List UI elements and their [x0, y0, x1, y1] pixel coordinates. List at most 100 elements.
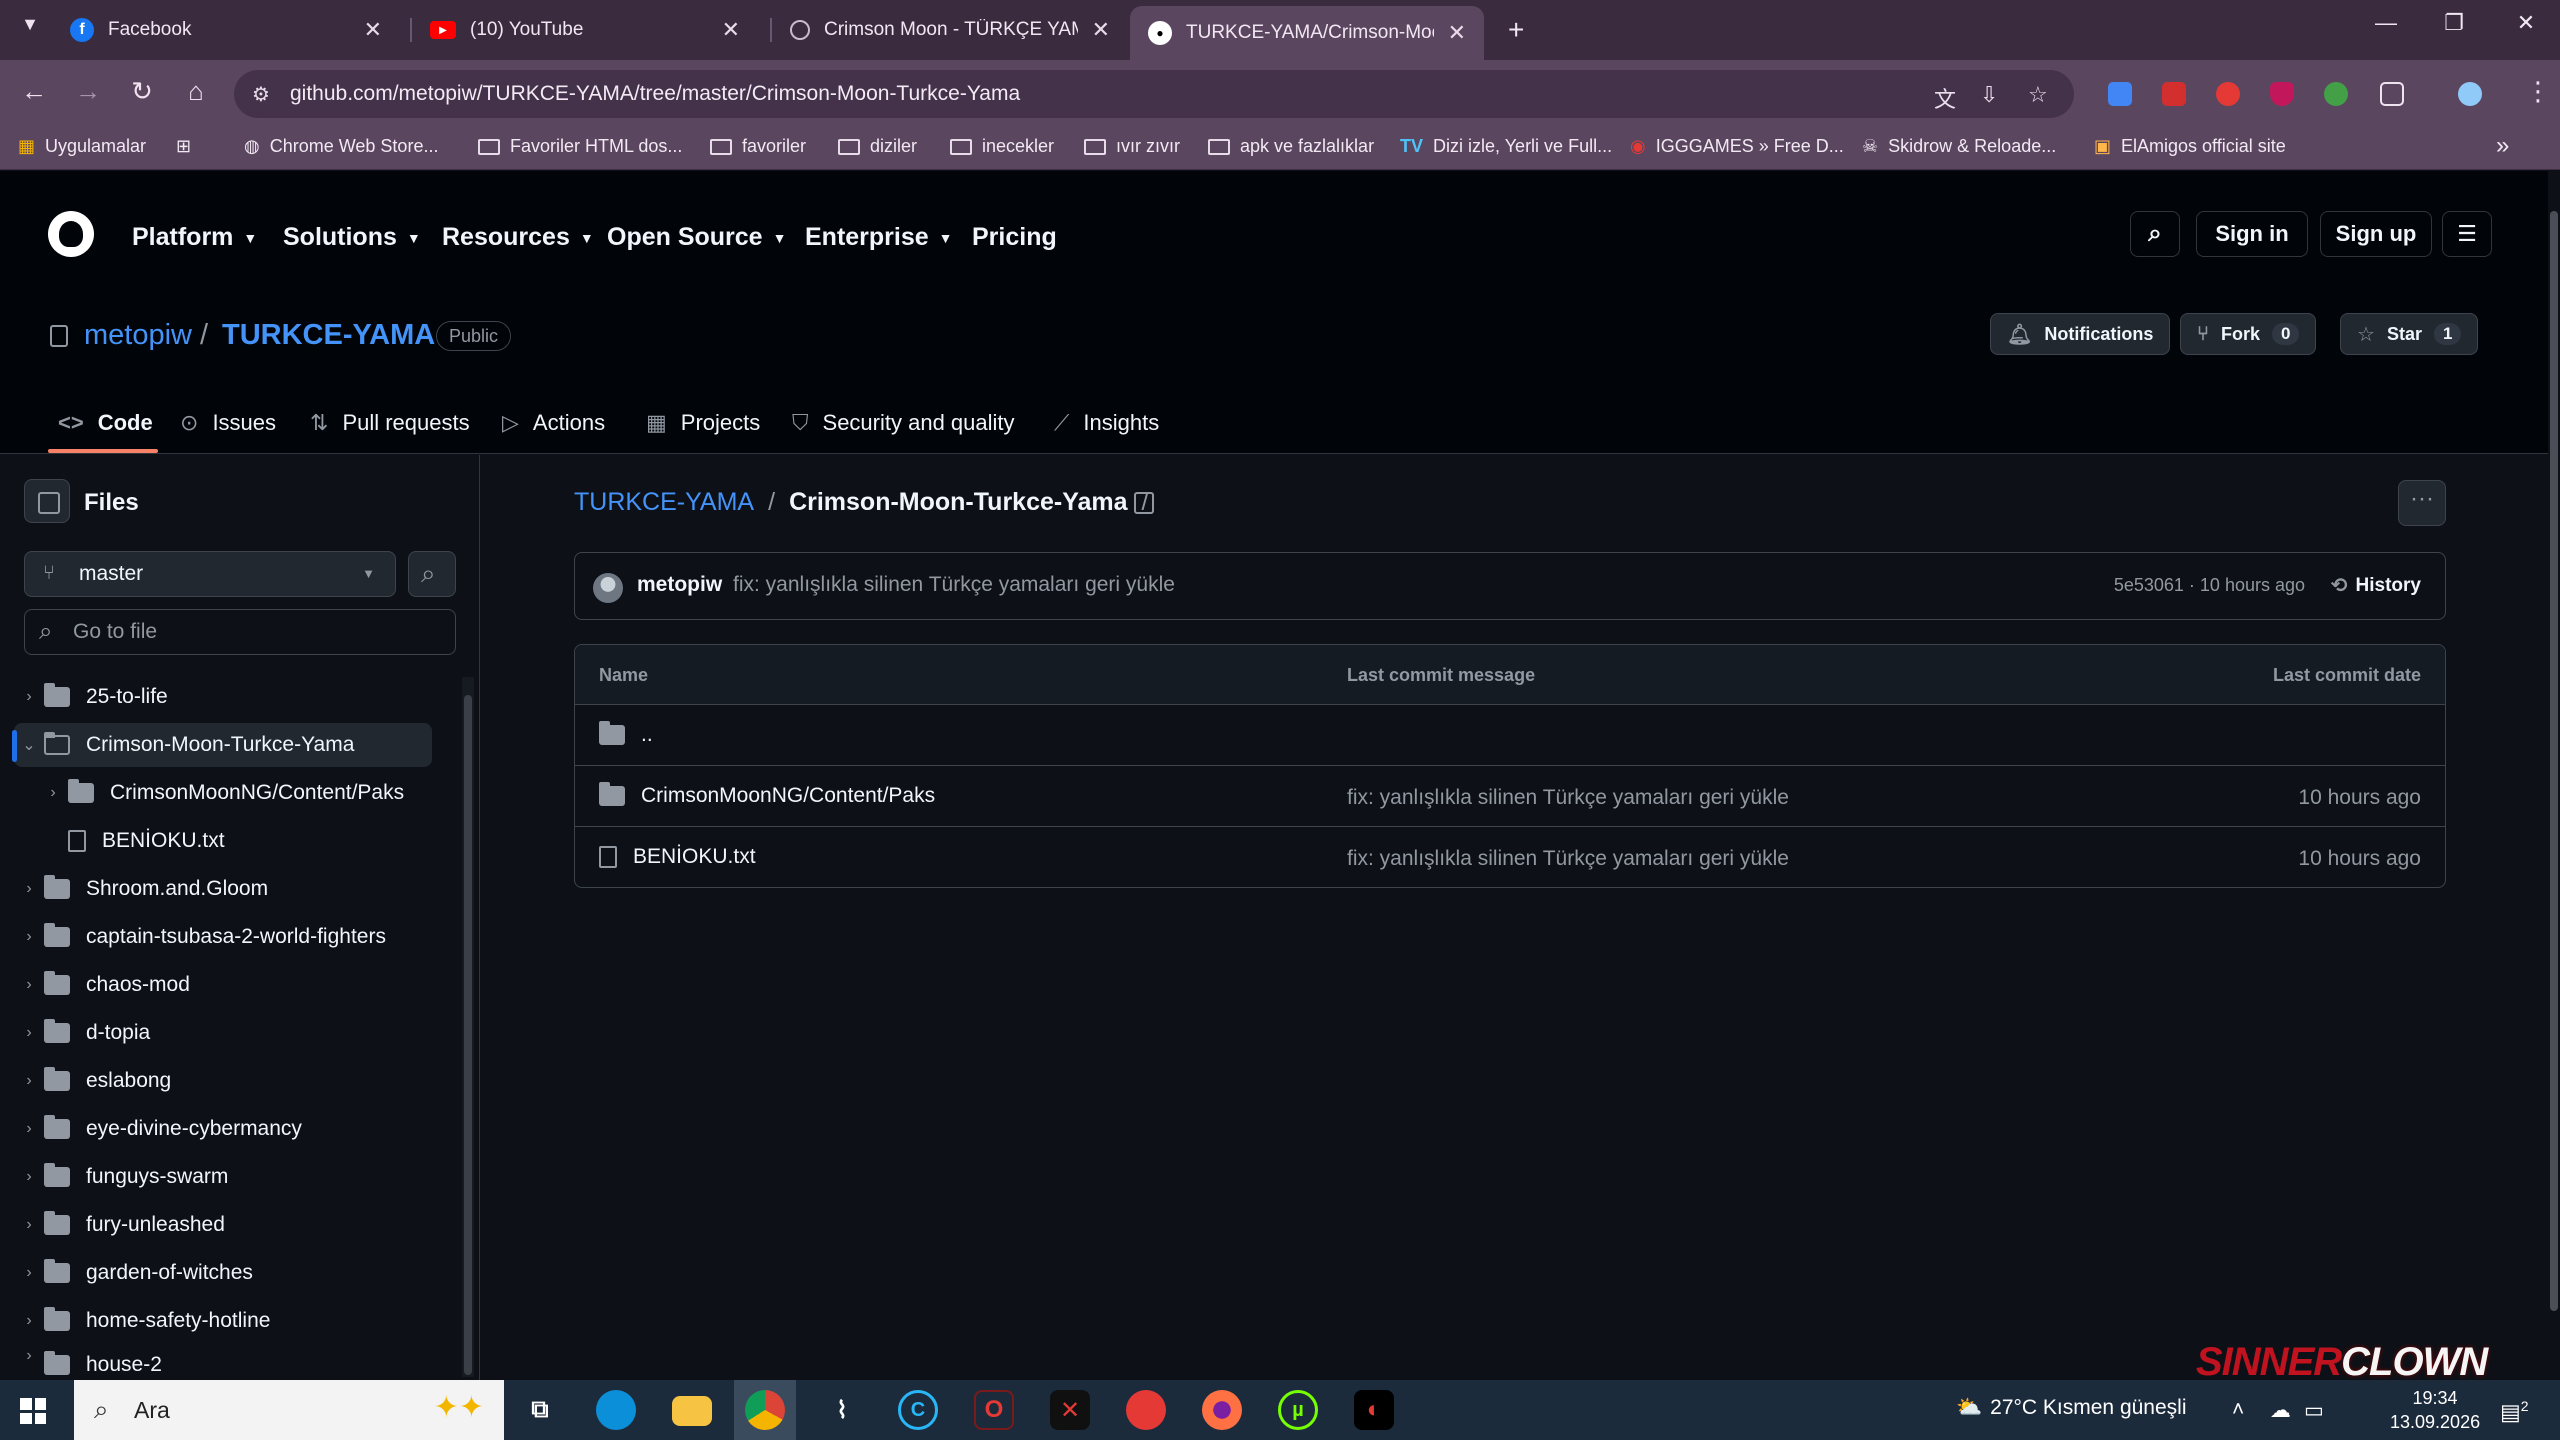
bookmark-elamigos[interactable]: ▣ ElAmigos official site	[2094, 136, 2286, 157]
app-dark-icon[interactable]: ✕	[1050, 1390, 1090, 1430]
nav-resources[interactable]: Resources ▼	[442, 223, 594, 252]
avatar[interactable]	[593, 573, 623, 603]
rss-icon[interactable]: ⌇	[822, 1390, 862, 1430]
copy-path-icon[interactable]	[1134, 492, 1154, 514]
bookmark-skidrow[interactable]: ☠ Skidrow & Reloade...	[1862, 136, 2056, 157]
tree-folder[interactable]: › house-2	[14, 1347, 432, 1377]
tree-folder[interactable]: › garden-of-witches	[14, 1251, 432, 1295]
tab-projects[interactable]: ▦ Projects	[646, 403, 760, 443]
commit-message[interactable]: fix: yanlışlıkla silinen Türkçe yamaları…	[733, 573, 1175, 597]
bookmark-dizi[interactable]: TV Dizi izle, Yerli ve Full...	[1400, 136, 1612, 157]
settings-sliders-button[interactable]: ☰	[2442, 211, 2492, 257]
opera-icon[interactable]: O	[974, 1390, 1014, 1430]
branch-selector[interactable]: ⑂ master ▼	[24, 551, 396, 597]
tab-insights[interactable]: ⟋ Insights	[1054, 403, 1159, 443]
sidebar-scrollbar[interactable]	[462, 677, 474, 1377]
bookmark-all-apps[interactable]: ⊞	[176, 136, 201, 157]
tree-folder-selected[interactable]: ⌄ Crimson-Moon-Turkce-Yama	[14, 723, 432, 767]
app-red-icon[interactable]	[1126, 1390, 1166, 1430]
tray-chevron-up-icon[interactable]: ˄	[2232, 1398, 2244, 1422]
install-app-icon[interactable]: ⇩	[1980, 82, 1998, 108]
nav-platform[interactable]: Platform ▼	[132, 223, 257, 252]
forward-icon[interactable]: →	[70, 76, 106, 107]
taskbar-search[interactable]: ⌕ Ara ✦✦	[74, 1380, 504, 1440]
history-button[interactable]: ⟲ History	[2331, 573, 2421, 598]
repo-name-link[interactable]: TURKCE-YAMA	[222, 319, 435, 352]
site-info-icon[interactable]: ⚙	[252, 82, 270, 107]
tree-file[interactable]: BENİOKU.txt	[68, 819, 486, 863]
tree-folder[interactable]: › d-topia	[14, 1011, 432, 1055]
bookmark-folder[interactable]: inecekler	[950, 136, 1054, 157]
taskbar-clock[interactable]: 19:34 13.09.2026	[2390, 1386, 2480, 1434]
commit-author[interactable]: metopiw	[637, 573, 722, 597]
browser-tab-github[interactable]: ● TURKCE-YAMA/Crimson-Moon-Turkce-Yama ✕	[1130, 6, 1484, 60]
bookmark-igggames[interactable]: ◉ IGGGAMES » Free D...	[1630, 136, 1844, 157]
reload-icon[interactable]: ↻	[124, 76, 160, 107]
edge-icon[interactable]	[596, 1390, 636, 1430]
close-tab-icon[interactable]: ✕	[1092, 17, 1110, 43]
tree-folder[interactable]: › 25-to-life	[14, 675, 432, 719]
tree-folder[interactable]: › Shroom.and.Gloom	[14, 867, 432, 911]
bookmarks-overflow-icon[interactable]: »	[2496, 132, 2509, 160]
tree-folder[interactable]: › eslabong	[14, 1059, 432, 1103]
close-tab-icon[interactable]: ✕	[722, 17, 740, 43]
go-to-file-input[interactable]: ⌕ Go to file	[24, 609, 456, 655]
tab-issues[interactable]: ⊙ Issues	[180, 403, 276, 443]
table-row-parent[interactable]: ..	[575, 705, 2445, 766]
tree-folder[interactable]: › CrimsonMoonNG/Content/Paks	[38, 771, 456, 815]
nav-pricing[interactable]: Pricing	[972, 223, 1057, 252]
restore-icon[interactable]: ❐	[2432, 10, 2476, 36]
tab-code[interactable]: <> Code	[58, 403, 153, 443]
nav-solutions[interactable]: Solutions ▼	[283, 223, 421, 252]
file-name[interactable]: CrimsonMoonNG/Content/Paks	[641, 784, 935, 808]
tree-folder[interactable]: › chaos-mod	[14, 963, 432, 1007]
star-button[interactable]: ☆ Star 1	[2340, 313, 2479, 355]
weather-widget[interactable]: ⛅ 27°C Kısmen güneşli	[1956, 1396, 2187, 1420]
file-name[interactable]: ..	[641, 723, 653, 747]
table-row[interactable]: BENİOKU.txt fix: yanlışlıkla silinen Tür…	[575, 827, 2445, 887]
firefox-icon[interactable]	[1202, 1390, 1242, 1430]
browser-tab-facebook[interactable]: f Facebook ✕	[52, 6, 400, 54]
close-tab-icon[interactable]: ✕	[1448, 20, 1466, 46]
chrome-menu-icon[interactable]: ⋮	[2520, 76, 2556, 107]
tree-folder[interactable]: › fury-unleashed	[14, 1203, 432, 1247]
notifications-button[interactable]: 🔔︎ Notifications	[1990, 313, 2171, 355]
commit-sha-time[interactable]: 5e53061 · 10 hours ago	[2114, 575, 2305, 596]
tree-folder[interactable]: › home-safety-hotline	[14, 1299, 432, 1343]
new-tab-button[interactable]: +	[1490, 6, 1540, 54]
network-icon[interactable]: ▭	[2304, 1398, 2324, 1423]
row-commit-message[interactable]: fix: yanlışlıkla silinen Türkçe yamaları…	[1347, 847, 1789, 871]
extension-green-icon[interactable]	[2324, 82, 2348, 106]
translate-icon[interactable]: 文	[1934, 82, 1956, 114]
close-window-icon[interactable]: ✕	[2504, 10, 2548, 36]
file-explorer-icon[interactable]	[672, 1396, 712, 1426]
ccleaner-icon[interactable]: C	[898, 1390, 938, 1430]
sign-in-button[interactable]: Sign in	[2196, 211, 2308, 257]
nav-enterprise[interactable]: Enterprise ▼	[805, 223, 953, 252]
browser-tab-crimson-moon[interactable]: Crimson Moon - TÜRKÇE YAMA ✕	[772, 6, 1128, 54]
bookmark-folder[interactable]: favoriler	[710, 136, 806, 157]
scrollbar-thumb[interactable]	[464, 695, 472, 1375]
extension-red-icon[interactable]	[2162, 82, 2186, 106]
github-logo-icon[interactable]	[48, 211, 94, 257]
bookmark-apps[interactable]: ▦ Uygulamalar	[18, 136, 146, 157]
home-icon[interactable]: ⌂	[178, 76, 214, 107]
sign-up-button[interactable]: Sign up	[2320, 211, 2432, 257]
bookmark-star-icon[interactable]: ☆	[2028, 82, 2048, 108]
more-options-button[interactable]: ···	[2398, 480, 2446, 526]
tree-folder[interactable]: › eye-divine-cybermancy	[14, 1107, 432, 1151]
tab-pull-requests[interactable]: ⇅ Pull requests	[310, 403, 470, 443]
tree-folder[interactable]: › captain-tsubasa-2-world-fighters	[14, 915, 432, 959]
tab-search-chevron-icon[interactable]: ▼	[12, 14, 48, 35]
address-bar[interactable]: ⚙ github.com/metopiw/TURKCE-YAMA/tree/ma…	[234, 70, 2074, 118]
minimize-icon[interactable]: —	[2364, 10, 2408, 36]
browser-tab-youtube[interactable]: ▶ (10) YouTube ✕	[412, 6, 758, 54]
header-search-button[interactable]: ⌕	[2130, 211, 2180, 257]
chrome-icon[interactable]	[745, 1390, 785, 1430]
breadcrumb-root-link[interactable]: TURKCE-YAMA	[574, 488, 754, 517]
ublock-extension-icon[interactable]	[2270, 82, 2294, 106]
file-name[interactable]: BENİOKU.txt	[633, 845, 756, 869]
page-scrollbar[interactable]	[2548, 171, 2560, 1380]
notification-center-icon[interactable]: ▤2	[2500, 1398, 2529, 1425]
collapse-sidebar-button[interactable]	[24, 479, 70, 523]
